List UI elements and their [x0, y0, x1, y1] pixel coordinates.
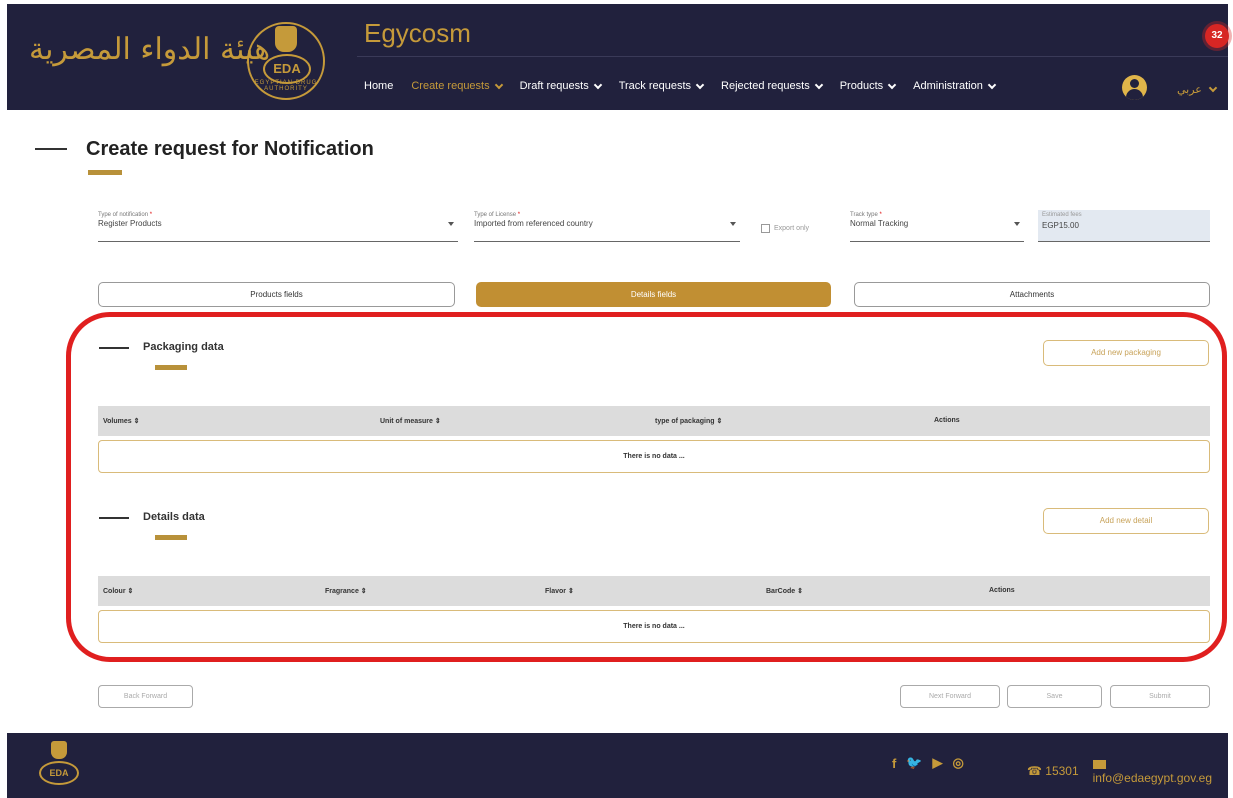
- caret-down-icon: [1014, 222, 1020, 226]
- social-links: f 🐦 ▶ ◎: [892, 755, 964, 771]
- nav-track-requests-label: Track requests: [618, 80, 692, 92]
- chevron-down-icon: [814, 80, 823, 89]
- red-highlight-annotation: [66, 312, 1227, 662]
- type-of-notification-label: Type of notification: [98, 212, 149, 218]
- track-type-label: Track type: [850, 212, 878, 218]
- top-header: هيئة الدواء المصرية EDA EGYPTIAN DRUG AU…: [7, 4, 1229, 110]
- nav-products-label: Products: [839, 80, 884, 92]
- save-button[interactable]: Save: [1007, 685, 1102, 708]
- footer: EDA f 🐦 ▶ ◎ ☎ 15301 info@edaegypt.gov.eg: [7, 733, 1228, 798]
- eda-seal-logo: EDA EGYPTIAN DRUG AUTHORITY: [247, 22, 325, 100]
- track-type-value: Normal Tracking: [850, 219, 909, 228]
- language-switcher[interactable]: عربي: [1177, 83, 1218, 96]
- seal-ring-text: EGYPTIAN DRUG AUTHORITY: [254, 80, 318, 92]
- user-avatar-icon[interactable]: [1122, 75, 1147, 100]
- email-contact[interactable]: info@edaegypt.gov.eg: [1092, 757, 1228, 785]
- header-divider: [357, 56, 1228, 57]
- nav-track-requests[interactable]: Track requests: [618, 80, 705, 92]
- chevron-down-icon: [987, 80, 997, 89]
- type-of-notification-select[interactable]: Type of notification * Register Products: [98, 212, 458, 242]
- caret-down-icon: [448, 222, 454, 226]
- fees-label: Estimated fees: [1042, 212, 1082, 218]
- phone-icon: ☎: [1027, 764, 1046, 778]
- chevron-down-icon: [593, 80, 602, 89]
- tab-products-fields[interactable]: Products fields: [98, 282, 455, 307]
- chevron-down-icon: [887, 80, 897, 89]
- chevron-down-icon: [1208, 83, 1218, 93]
- phone-number: 15301: [1045, 764, 1079, 778]
- chevron-down-icon: [494, 80, 503, 89]
- nav-create-requests-label: Create requests: [411, 80, 490, 92]
- export-only-checkbox[interactable]: Export only: [761, 224, 809, 233]
- nav-administration-label: Administration: [913, 80, 983, 92]
- arabic-logo-text: هيئة الدواء المصرية: [29, 32, 271, 67]
- type-of-license-label: Type of License: [474, 212, 517, 218]
- nav-administration[interactable]: Administration: [913, 80, 997, 92]
- type-of-license-select[interactable]: Type of License * Imported from referenc…: [474, 212, 740, 242]
- submit-button[interactable]: Submit: [1110, 685, 1210, 708]
- footer-seal-text: EDA: [39, 761, 79, 785]
- twitter-icon[interactable]: 🐦: [906, 755, 922, 771]
- caret-down-icon: [730, 222, 736, 226]
- nav-home[interactable]: Home: [364, 80, 393, 92]
- page-title: Create request for Notification: [86, 138, 374, 160]
- instagram-icon[interactable]: ◎: [953, 755, 964, 771]
- fees-field: Estimated fees EGP15.00: [1038, 210, 1210, 242]
- next-forward-button[interactable]: Next Forward: [900, 685, 1000, 708]
- eagle-icon: [51, 741, 67, 759]
- nav-create-requests[interactable]: Create requests: [411, 80, 503, 92]
- tab-attachments[interactable]: Attachments: [854, 282, 1210, 307]
- chevron-down-icon: [695, 80, 705, 89]
- back-forward-button[interactable]: Back Forward: [98, 685, 193, 708]
- email-address: info@edaegypt.gov.eg: [1092, 771, 1213, 785]
- tab-details-fields[interactable]: Details fields: [476, 282, 831, 307]
- eagle-icon: [275, 26, 297, 52]
- mail-icon: [1092, 760, 1106, 770]
- checkbox-box[interactable]: [761, 224, 770, 233]
- main-nav: Home Create requests Draft requests Trac…: [364, 80, 997, 92]
- type-of-license-value: Imported from referenced country: [474, 219, 593, 228]
- footer-eda-logo: EDA: [37, 741, 83, 791]
- notification-bell-badge[interactable]: 32: [1205, 24, 1229, 48]
- contact-info: ☎ 15301 info@edaegypt.gov.eg: [1027, 757, 1228, 785]
- facebook-icon[interactable]: f: [892, 756, 896, 771]
- app-title: Egycosm: [364, 18, 471, 48]
- title-accent-bar: [88, 170, 122, 175]
- track-type-select[interactable]: Track type * Normal Tracking: [850, 212, 1024, 242]
- nav-draft-requests[interactable]: Draft requests: [519, 80, 602, 92]
- nav-products[interactable]: Products: [839, 80, 897, 92]
- fees-value: EGP15.00: [1042, 221, 1079, 230]
- nav-home-label: Home: [364, 80, 394, 92]
- title-line: [35, 148, 67, 150]
- export-only-label: Export only: [774, 225, 810, 232]
- nav-rejected-requests-label: Rejected requests: [721, 80, 810, 92]
- nav-draft-requests-label: Draft requests: [519, 80, 589, 92]
- nav-rejected-requests[interactable]: Rejected requests: [721, 80, 823, 92]
- phone-contact[interactable]: ☎ 15301: [1027, 764, 1079, 778]
- language-label: عربي: [1177, 84, 1202, 96]
- youtube-icon[interactable]: ▶: [933, 755, 943, 771]
- type-of-notification-value: Register Products: [98, 219, 162, 228]
